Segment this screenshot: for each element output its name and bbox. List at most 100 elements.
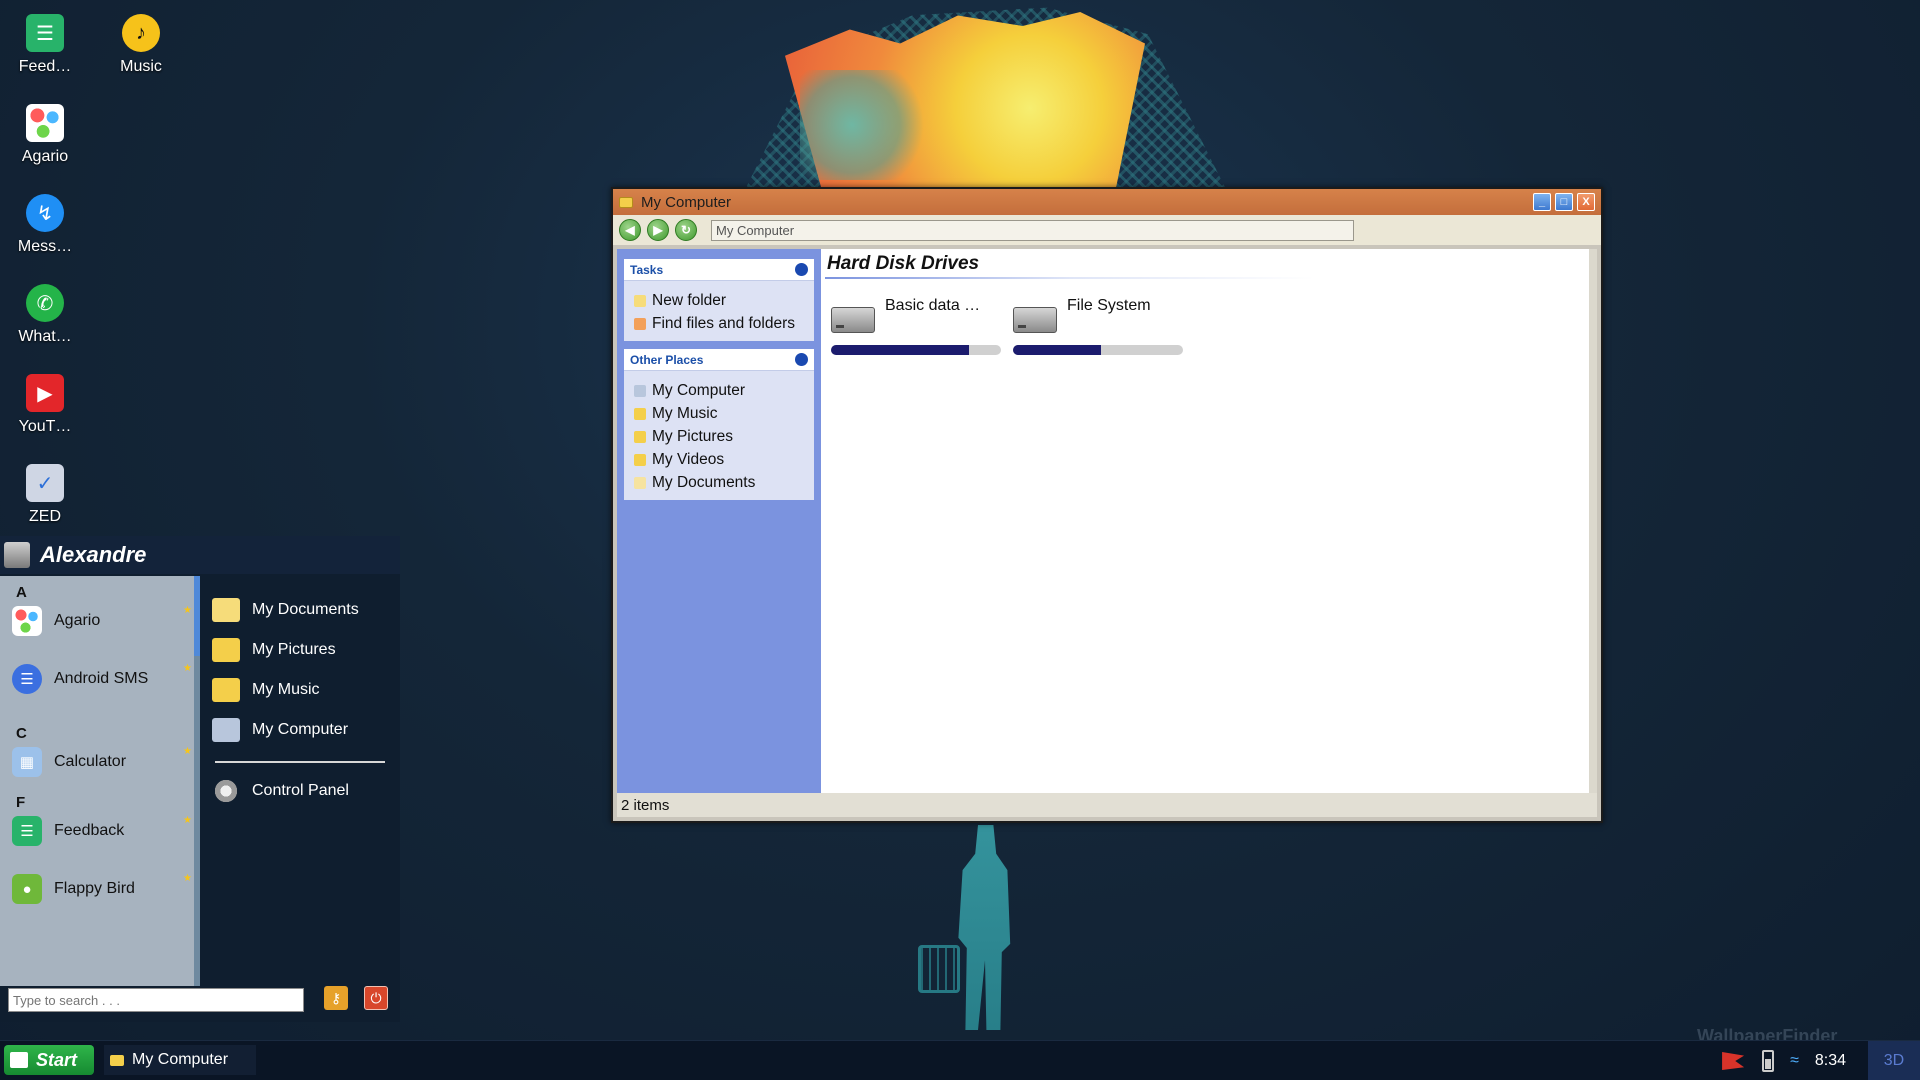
battery-icon[interactable]	[1762, 1050, 1775, 1072]
feedback-icon: ☰	[26, 14, 64, 52]
youtube-icon: ▶	[26, 374, 64, 412]
avatar[interactable]	[4, 542, 30, 568]
place-my-computer[interactable]: My Computer	[634, 379, 804, 402]
refresh-button[interactable]: ↻	[675, 219, 697, 241]
drive-list: Basic data … File System	[825, 297, 1585, 355]
power-icon[interactable]: ⏻	[364, 986, 388, 1010]
collapse-icon[interactable]	[795, 353, 808, 366]
tasks-box: Tasks New folder Find files and folders	[624, 259, 814, 341]
drive-name: Basic data …	[885, 297, 981, 314]
group-letter[interactable]: A	[0, 584, 200, 601]
drive-name: File System	[1067, 297, 1151, 314]
other-places-list: My Computer My Music My Pictures My Vide…	[624, 371, 814, 500]
computer-icon	[212, 718, 240, 742]
desktop-icon-music[interactable]: ♪ Music	[96, 0, 186, 76]
maximize-button[interactable]: □	[1555, 193, 1573, 211]
agario-icon	[12, 606, 42, 636]
collapse-icon[interactable]	[795, 263, 808, 276]
task-new-folder[interactable]: New folder	[634, 289, 804, 312]
app-label: Agario	[54, 612, 101, 629]
star-icon: ★	[183, 815, 192, 826]
desktop-icon-label: Feed…	[18, 58, 72, 75]
place-my-videos[interactable]: My Videos	[634, 448, 804, 471]
documents-folder-icon	[212, 598, 240, 622]
start-place-my-pictures[interactable]: My Pictures	[210, 630, 390, 670]
folder-icon	[110, 1054, 124, 1066]
search-input[interactable]	[8, 988, 304, 1012]
flag-icon[interactable]	[1722, 1052, 1745, 1070]
agario-icon	[26, 104, 64, 142]
taskbar-window-label: My Computer	[132, 1051, 229, 1068]
place-my-music[interactable]: My Music	[634, 402, 804, 425]
wifi-icon[interactable]: ≈	[1790, 1052, 1799, 1070]
task-label: Find files and folders	[652, 314, 796, 332]
place-my-documents[interactable]: My Documents	[634, 471, 804, 494]
start-place-my-music[interactable]: My Music	[210, 670, 390, 710]
3d-mode-button[interactable]: 3D	[1868, 1041, 1920, 1080]
place-label: My Computer	[252, 721, 349, 738]
user-name: Alexandre	[40, 542, 147, 567]
other-places-header[interactable]: Other Places	[624, 349, 814, 371]
star-icon: ★	[183, 663, 192, 674]
task-find-files[interactable]: Find files and folders	[634, 312, 804, 335]
place-label: My Documents	[252, 601, 359, 618]
group-letter[interactable]: C	[0, 725, 200, 742]
place-my-pictures[interactable]: My Pictures	[634, 425, 804, 448]
app-list-scrollbar[interactable]	[194, 576, 200, 986]
desktop-icon-youtube[interactable]: ▶ YouT…	[0, 360, 90, 436]
start-button[interactable]: Start	[4, 1045, 94, 1075]
place-label: My Music	[652, 404, 718, 422]
messenger-icon: ↯	[26, 194, 64, 232]
minimize-button[interactable]: _	[1533, 193, 1551, 211]
app-item-agario[interactable]: Agario ★	[0, 601, 200, 641]
forward-button[interactable]: ▶	[647, 219, 669, 241]
group-letter[interactable]: F	[0, 794, 200, 811]
star-icon: ★	[183, 746, 192, 757]
back-button[interactable]: ◀	[619, 219, 641, 241]
app-item-flappy-bird[interactable]: ● Flappy Bird ★	[0, 869, 200, 909]
clock[interactable]: 8:34	[1815, 1052, 1846, 1070]
drive-item[interactable]: File System	[1013, 297, 1183, 355]
place-label: My Computer	[652, 381, 746, 399]
app-item-feedback[interactable]: ☰ Feedback ★	[0, 811, 200, 851]
app-label: Calculator	[54, 753, 127, 770]
control-panel-label: Control Panel	[252, 782, 349, 799]
other-places-heading: Other Places	[630, 352, 704, 367]
desktop-icon-feedback[interactable]: ☰ Feed…	[0, 0, 90, 76]
start-place-my-computer[interactable]: My Computer	[210, 710, 390, 750]
key-icon[interactable]: ⚷	[324, 986, 348, 1010]
tasks-heading: Tasks	[630, 262, 664, 277]
start-logo-icon	[10, 1052, 28, 1068]
place-label: My Pictures	[652, 427, 733, 445]
user-header: Alexandre	[0, 536, 400, 574]
desktop-icon-messenger[interactable]: ↯ Mess…	[0, 180, 90, 256]
wallpaper-cage-art	[918, 945, 960, 993]
app-label: Android SMS	[54, 670, 149, 687]
task-label: New folder	[652, 291, 727, 309]
desktop-icon-zed[interactable]: ✓ ZED	[0, 450, 90, 526]
drive-usage-fill	[1013, 345, 1102, 355]
other-places-box: Other Places My Computer My Music My Pic…	[624, 349, 814, 500]
drive-item[interactable]: Basic data …	[831, 297, 1001, 355]
app-item-android-sms[interactable]: ☰ Android SMS ★	[0, 659, 200, 699]
start-control-panel[interactable]: Control Panel	[210, 771, 390, 811]
desktop-icon-label: YouT…	[18, 418, 72, 435]
scrollbar-thumb[interactable]	[194, 576, 200, 656]
zed-icon: ✓	[26, 464, 64, 502]
tasks-header[interactable]: Tasks	[624, 259, 814, 281]
desktop-icon-agario[interactable]: Agario	[0, 90, 90, 166]
app-item-calculator[interactable]: ▦ Calculator ★	[0, 742, 200, 782]
desktop-icon-whatsapp[interactable]: ✆ What…	[0, 270, 90, 346]
start-place-my-documents[interactable]: My Documents	[210, 590, 390, 630]
status-bar: 2 items	[617, 793, 1597, 817]
close-button[interactable]: X	[1577, 193, 1595, 211]
pictures-folder-icon	[634, 430, 646, 443]
window-titlebar[interactable]: My Computer _ □ X	[613, 189, 1601, 215]
taskbar-window-button[interactable]: My Computer	[104, 1045, 256, 1075]
address-bar[interactable]: My Computer	[711, 219, 1354, 241]
window-toolbar: ◀ ▶ ↻ My Computer	[613, 215, 1601, 245]
place-label: My Videos	[652, 450, 725, 468]
computer-icon	[634, 384, 646, 397]
desktop-icon-label: Agario	[21, 148, 69, 165]
gear-icon	[212, 779, 240, 803]
